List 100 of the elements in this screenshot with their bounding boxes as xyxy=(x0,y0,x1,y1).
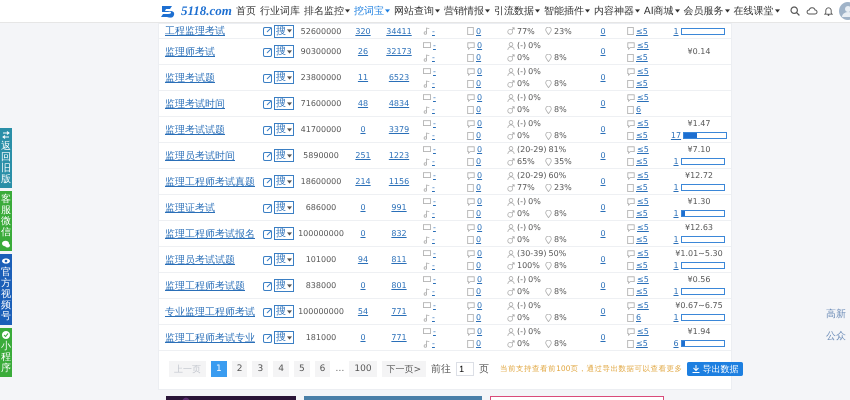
rank-link[interactable]: ≤5 xyxy=(636,261,648,270)
rank-link[interactable]: ≤5 xyxy=(636,339,648,348)
edit-icon[interactable] xyxy=(263,98,273,108)
rank-link[interactable]: ≤5 xyxy=(637,275,649,284)
nav-item[interactable]: 会员服务 xyxy=(684,4,730,18)
count-link[interactable]: 0 xyxy=(600,73,606,82)
keyword-link[interactable]: 监理考试试题 xyxy=(165,122,225,136)
count-link[interactable]: 801 xyxy=(391,281,407,290)
edit-icon[interactable] xyxy=(263,306,273,316)
search-dropdown[interactable]: 搜 xyxy=(274,71,294,84)
count-link[interactable]: 991 xyxy=(391,203,407,212)
dash-link[interactable]: - xyxy=(433,67,436,76)
count-link[interactable]: 0 xyxy=(476,183,482,192)
rank-link[interactable]: ≤5 xyxy=(637,249,649,258)
keyword-link[interactable]: 监理员考试时间 xyxy=(165,148,235,162)
count-link[interactable]: 0 xyxy=(477,327,482,336)
rank-link[interactable]: ≤5 xyxy=(636,26,648,36)
count-link[interactable]: 26 xyxy=(358,47,368,56)
edit-icon[interactable] xyxy=(263,26,273,36)
count-link[interactable]: 0 xyxy=(477,119,482,128)
export-button[interactable]: 导出数据 xyxy=(687,362,744,376)
rank-link[interactable]: ≤5 xyxy=(636,79,648,88)
count-link[interactable]: 1 xyxy=(673,287,679,296)
nav-item[interactable]: 引流数据 xyxy=(494,4,540,18)
count-link[interactable]: 0 xyxy=(477,249,482,258)
nav-item[interactable]: 营销情报 xyxy=(444,4,490,18)
page-button[interactable]: 6 xyxy=(314,361,330,377)
page-button[interactable]: 4 xyxy=(273,361,289,377)
dash-link[interactable]: - xyxy=(433,327,436,336)
side-tab[interactable]: 官方视频号 xyxy=(0,254,12,325)
side-link[interactable]: 高新 xyxy=(826,307,846,321)
count-link[interactable]: 0 xyxy=(476,105,482,114)
rank-link[interactable]: ≤5 xyxy=(636,53,648,62)
count-link[interactable]: 251 xyxy=(355,151,371,160)
nav-item[interactable]: 内容神器 xyxy=(594,4,640,18)
count-link[interactable]: 0 xyxy=(600,125,606,134)
search-dropdown[interactable]: 搜 xyxy=(274,45,294,58)
keyword-link[interactable]: 监理工程师考试专业 xyxy=(165,330,255,344)
dash-link[interactable]: - xyxy=(433,93,436,102)
count-link[interactable]: 1 xyxy=(673,26,679,36)
rank-link[interactable]: ≤5 xyxy=(636,131,648,140)
count-link[interactable]: 0 xyxy=(360,281,366,290)
count-link[interactable]: 1 xyxy=(673,235,679,244)
count-link[interactable]: 0 xyxy=(600,177,606,186)
count-link[interactable]: 1 xyxy=(673,183,679,192)
count-link[interactable]: 0 xyxy=(477,301,482,310)
count-link[interactable]: 0 xyxy=(477,223,482,232)
edit-icon[interactable] xyxy=(263,72,273,82)
count-link[interactable]: 0 xyxy=(360,203,366,212)
count-link[interactable]: 0 xyxy=(600,203,606,212)
side-tab[interactable]: 返回旧版 xyxy=(0,128,12,188)
count-link[interactable]: 54 xyxy=(358,307,368,316)
edit-icon[interactable] xyxy=(263,202,273,212)
dash-link[interactable]: - xyxy=(433,41,436,50)
count-link[interactable]: 0 xyxy=(600,151,606,160)
search-dropdown[interactable]: 搜 xyxy=(274,24,294,38)
count-link[interactable]: 0 xyxy=(476,79,482,88)
nav-item[interactable]: 排名监控 xyxy=(304,4,350,18)
rank-link[interactable]: ≤5 xyxy=(637,327,649,336)
count-link[interactable]: 11 xyxy=(358,73,368,82)
dash-link[interactable]: - xyxy=(432,313,435,322)
search-dropdown[interactable]: 搜 xyxy=(274,279,294,292)
count-link[interactable]: 0 xyxy=(477,197,482,206)
rank-link[interactable]: ≤5 xyxy=(637,223,649,232)
dash-link[interactable]: - xyxy=(433,145,436,154)
count-link[interactable]: 34411 xyxy=(386,26,412,36)
search-dropdown[interactable]: 搜 xyxy=(274,149,294,162)
count-link[interactable]: 0 xyxy=(600,229,606,238)
count-link[interactable]: 0 xyxy=(477,41,482,50)
count-link[interactable]: 1223 xyxy=(388,151,410,160)
count-link[interactable]: 0 xyxy=(600,255,606,264)
count-link[interactable]: 0 xyxy=(600,99,606,108)
count-link[interactable]: 3379 xyxy=(388,125,410,134)
count-link[interactable]: 0 xyxy=(476,53,482,62)
rank-link[interactable]: 6 xyxy=(636,313,642,322)
dash-link[interactable]: - xyxy=(432,261,435,270)
count-link[interactable]: 0 xyxy=(476,209,482,218)
count-link[interactable]: 771 xyxy=(391,307,407,316)
keyword-link[interactable]: 监理工程师考试报名 xyxy=(165,226,255,240)
dash-link[interactable]: - xyxy=(432,79,435,88)
count-link[interactable]: 94 xyxy=(358,255,368,264)
edit-icon[interactable] xyxy=(263,332,273,342)
rank-link[interactable]: ≤5 xyxy=(636,157,648,166)
dash-link[interactable]: - xyxy=(433,171,436,180)
dash-link[interactable]: - xyxy=(433,301,436,310)
nav-item[interactable]: 网站查询 xyxy=(394,4,440,18)
edit-icon[interactable] xyxy=(263,254,273,264)
count-link[interactable]: 0 xyxy=(476,157,482,166)
rank-link[interactable]: ≤5 xyxy=(636,235,648,244)
page-button[interactable]: 100 xyxy=(349,361,377,377)
keyword-link[interactable]: 监理证考试 xyxy=(165,200,215,214)
count-link[interactable]: 0 xyxy=(477,93,482,102)
count-link[interactable]: 0 xyxy=(476,235,482,244)
rank-link[interactable]: ≤5 xyxy=(636,183,648,192)
count-link[interactable]: 0 xyxy=(360,333,366,342)
count-link[interactable]: 0 xyxy=(600,281,606,290)
side-tab[interactable]: 小程序 xyxy=(0,328,12,377)
keyword-link[interactable]: 工程监理考试 xyxy=(165,24,225,38)
side-link[interactable]: 公众 xyxy=(826,329,846,343)
rank-link[interactable]: ≤5 xyxy=(637,41,649,50)
